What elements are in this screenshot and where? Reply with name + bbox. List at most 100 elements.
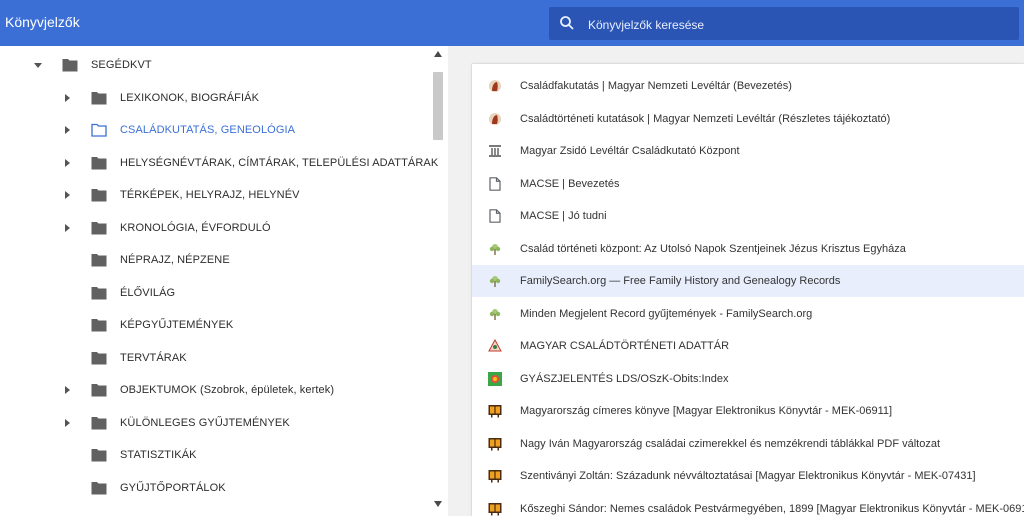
tree-folder-label: GYŰJTŐPORTÁLOK: [120, 481, 226, 494]
bookmark-list: Családfakutatás | Magyar Nemzeti Levéltá…: [472, 64, 1024, 516]
tree-folder-item[interactable]: TÉRKÉPEK, HELYRAJZ, HELYNÉV: [62, 179, 300, 211]
scrollbar-thumb[interactable]: [433, 72, 443, 140]
tree-scrollbar[interactable]: [430, 46, 446, 516]
bookmark-title: Szentiványi Zoltán: Századunk névváltozt…: [520, 470, 976, 482]
bookmark-title: Magyarország címeres könyve [Magyar Elek…: [520, 405, 893, 417]
tree-folder-item[interactable]: CSALÁDKUTATÁS, GENEOLÓGIA: [62, 114, 295, 146]
top-bar: Könyvjelzők: [0, 0, 1024, 46]
folder-icon: [91, 383, 107, 397]
tree-folder-label: CSALÁDKUTATÁS, GENEOLÓGIA: [120, 124, 296, 136]
bookmark-title: Családtörténeti kutatások | Magyar Nemze…: [520, 112, 891, 125]
expand-arrow-icon[interactable]: [62, 125, 72, 135]
tree-folder-item[interactable]: KRONOLÓGIA, ÉVFORDULÓ: [62, 212, 271, 244]
bookmark-item[interactable]: MAGYAR CSALÁDTÖRTÉNETI ADATTÁR: [472, 330, 1024, 362]
tree-folder-label: HELYSÉGNÉVTÁRAK, CÍMTÁRAK, TELEPÜLÉSI AD…: [120, 156, 439, 169]
macsea-favicon-icon: [488, 339, 502, 353]
bookmark-item[interactable]: Minden Megjelent Record gyűjtemények - F…: [472, 298, 1024, 330]
mnl-favicon-icon: [488, 112, 502, 126]
tree-folder-label: LEXIKONOK, BIOGRÁFIÁK: [120, 91, 260, 104]
bookmark-title: GYÁSZJELENTÉS LDS/OSzK-Obits:Index: [520, 372, 729, 385]
expand-arrow-icon[interactable]: [62, 93, 72, 103]
bookmark-item[interactable]: MACSE | Jó tudni: [472, 200, 1024, 232]
folder-icon: [91, 318, 107, 332]
bookmark-title: Nagy Iván Magyarország családai czimerek…: [520, 437, 941, 450]
tree-folder-label: TÉRKÉPEK, HELYRAJZ, HELYNÉV: [120, 189, 300, 201]
tree-folder-item[interactable]: ÉLŐVILÁG: [62, 277, 175, 309]
tree-folder-item[interactable]: HELYSÉGNÉVTÁRAK, CÍMTÁRAK, TELEPÜLÉSI AD…: [62, 147, 438, 179]
tree-folder-item[interactable]: KÜLÖNLEGES GYŰJTEMÉNYEK: [62, 407, 290, 439]
bookmark-title: Család történeti központ: Az Utolsó Napo…: [520, 242, 906, 255]
bookmark-item[interactable]: Magyarország címeres könyve [Magyar Elek…: [472, 395, 1024, 427]
expand-arrow-icon[interactable]: [62, 158, 72, 168]
arrow-spacer: [62, 450, 72, 460]
search-icon: [560, 16, 574, 30]
folder-icon: [91, 253, 107, 267]
scroll-up-arrow-icon[interactable]: [434, 51, 442, 57]
mnl-favicon-icon: [488, 79, 502, 93]
arrow-spacer: [62, 255, 72, 265]
folder-icon: [62, 58, 78, 72]
tree-folder-item[interactable]: STATISZTIKÁK: [62, 439, 197, 471]
bookmark-item[interactable]: Kőszeghi Sándor: Nemes családok Pestvárm…: [472, 493, 1024, 516]
bookmark-item[interactable]: Nagy Iván Magyarország családai czimerek…: [472, 428, 1024, 460]
tree-folder-item[interactable]: GYŰJTŐPORTÁLOK: [62, 472, 226, 504]
tree-favicon-icon: [488, 274, 502, 288]
bookmark-item[interactable]: Család történeti központ: Az Utolsó Napo…: [472, 233, 1024, 265]
arrow-spacer: [62, 353, 72, 363]
folder-icon: [91, 481, 107, 495]
folder-icon: [91, 416, 107, 430]
bookmark-title: Minden Megjelent Record gyűjtemények - F…: [520, 307, 813, 320]
collapse-arrow-icon[interactable]: [33, 60, 43, 70]
mzsl-favicon-icon: [488, 144, 502, 158]
folder-tree: SEGÉDKVT LEXIKONOK, BIOGRÁFIÁK CSALÁDKUTAT…: [0, 46, 448, 516]
tree-folder-item[interactable]: LEXIKONOK, BIOGRÁFIÁK: [62, 82, 259, 114]
mek-favicon-icon: [488, 437, 502, 451]
search-box[interactable]: [549, 7, 1019, 42]
mek-favicon-icon: [488, 404, 502, 418]
tree-folder-item[interactable]: OBJEKTUMOK (Szobrok, épületek, kertek): [62, 374, 334, 406]
expand-arrow-icon[interactable]: [62, 223, 72, 233]
bookmark-title: MACSE | Jó tudni: [520, 210, 607, 222]
tree-folder-label: OBJEKTUMOK (Szobrok, épületek, kertek): [120, 384, 335, 396]
folder-icon: [91, 188, 107, 202]
tree-folder-label: KÉPGYŰJTEMÉNYEK: [120, 319, 234, 331]
search-input[interactable]: [586, 7, 1010, 42]
tree-folder-item[interactable]: SEGÉDKVT: [33, 49, 152, 81]
mek-favicon-icon: [488, 502, 502, 516]
tree-folder-label: NÉPRAJZ, NÉPZENE: [120, 254, 230, 266]
page-icon-icon: [488, 209, 502, 223]
bookmark-title: Családfakutatás | Magyar Nemzeti Levéltá…: [520, 80, 792, 92]
folder-icon: [91, 156, 107, 170]
tree-folder-label: KÜLÖNLEGES GYŰJTEMÉNYEK: [120, 416, 290, 429]
tree-folder-item[interactable]: NÉPRAJZ, NÉPZENE: [62, 244, 230, 276]
bookmark-title: MAGYAR CSALÁDTÖRTÉNETI ADATTÁR: [520, 340, 730, 352]
tree-favicon-icon: [488, 307, 502, 321]
bookmark-item[interactable]: Magyar Zsidó Levéltár Családkutató Közpo…: [472, 135, 1024, 167]
bookmark-title: FamilySearch.org — Free Family History a…: [520, 275, 841, 287]
obits-favicon-icon: [488, 371, 502, 386]
mek-favicon-icon: [488, 469, 502, 483]
bookmark-item[interactable]: Szentiványi Zoltán: Századunk névváltozt…: [472, 460, 1024, 492]
expand-arrow-icon[interactable]: [62, 190, 72, 200]
folder-icon: [91, 286, 107, 300]
tree-folder-item[interactable]: TERVTÁRAK: [62, 342, 187, 374]
folder-icon: [91, 448, 107, 462]
tree-folder-item[interactable]: KÉPGYŰJTEMÉNYEK: [62, 309, 233, 341]
page-title: Könyvjelzők: [5, 14, 80, 30]
bookmark-item[interactable]: Családtörténeti kutatások | Magyar Nemze…: [472, 103, 1024, 135]
bookmark-item[interactable]: FamilySearch.org — Free Family History a…: [472, 265, 1024, 297]
bookmark-title: Kőszeghi Sándor: Nemes családok Pestvárm…: [520, 502, 1024, 515]
folder-icon: [91, 351, 107, 365]
bookmark-item[interactable]: MACSE | Bevezetés: [472, 168, 1024, 200]
expand-arrow-icon[interactable]: [62, 385, 72, 395]
bookmark-item[interactable]: Családfakutatás | Magyar Nemzeti Levéltá…: [472, 70, 1024, 102]
tree-folder-label: STATISZTIKÁK: [120, 449, 197, 461]
folder-open-icon: [91, 123, 107, 137]
folder-icon: [91, 91, 107, 105]
tree-folder-label: TERVTÁRAK: [120, 351, 187, 364]
arrow-spacer: [62, 320, 72, 330]
expand-arrow-icon[interactable]: [62, 418, 72, 428]
folder-icon: [91, 221, 107, 235]
scroll-down-arrow-icon[interactable]: [434, 501, 442, 507]
bookmark-item[interactable]: GYÁSZJELENTÉS LDS/OSzK-Obits:Index: [472, 363, 1024, 395]
